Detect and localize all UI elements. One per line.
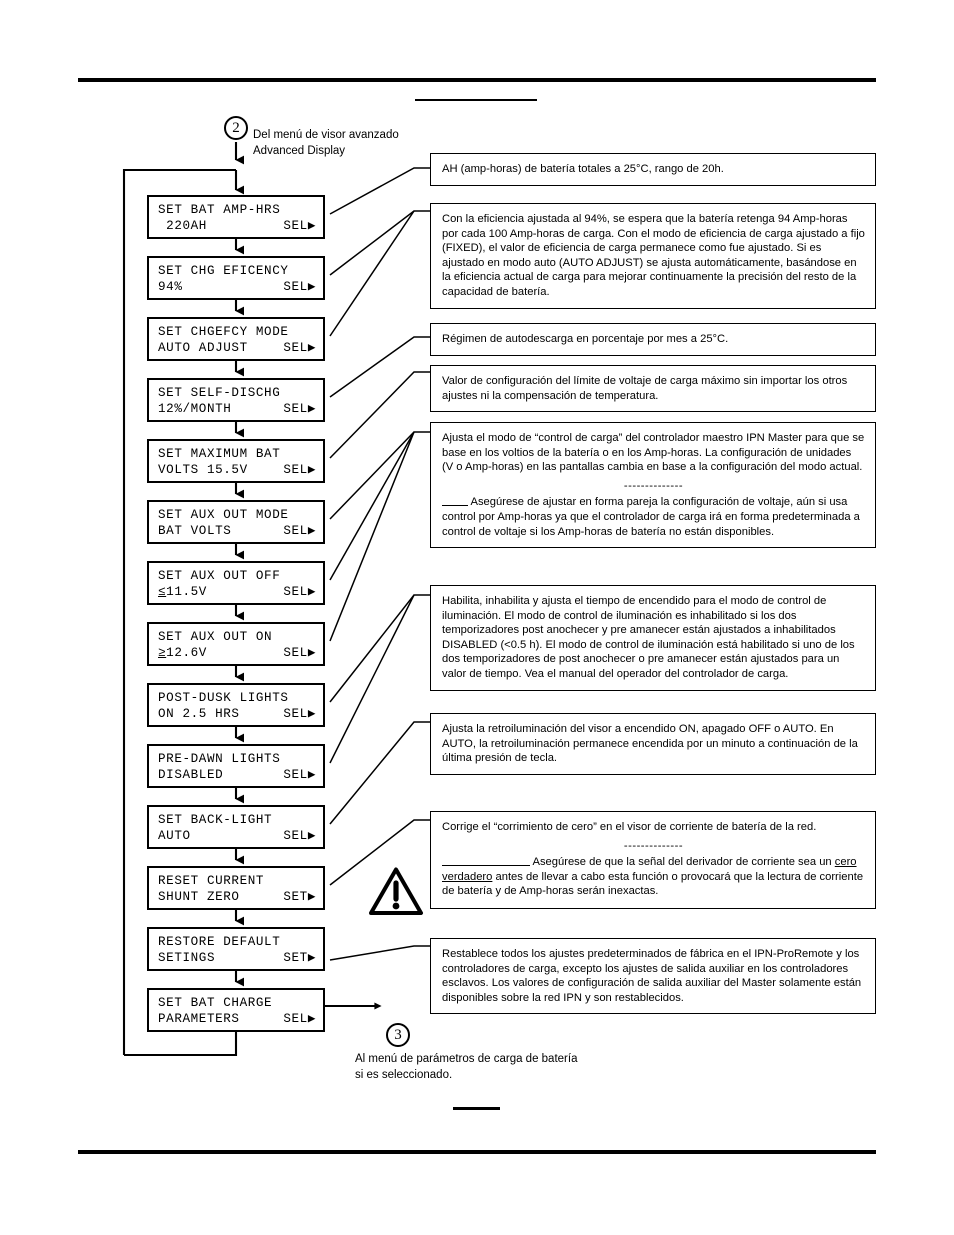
lcd-line-2: DISABLED SEL▶ [158,768,316,782]
lcd-line-2: VOLTS 15.5V SEL▶ [158,463,316,477]
lcd-line-2: ≥12.6V SEL▶ [158,646,316,660]
lcd-line-2: ≤11.5V SEL▶ [158,585,316,599]
lcd-line-2: ON 2.5 HRS SEL▶ [158,707,316,721]
lcd-line-2: SETINGS SET▶ [158,951,316,965]
lcd-line-1: POST-DUSK LIGHTS [158,691,289,705]
footer-rule [78,1150,876,1154]
lcd-line-1: SET AUX OUT OFF [158,569,281,583]
lcd-line-2: AUTO ADJUST SEL▶ [158,341,316,355]
desc-paragraph: Restablece todos los ajustes predetermin… [442,948,862,1004]
lcd-set-aux-out-off[interactable]: SET AUX OUT OFF ≤11.5V SEL▶ [147,561,325,605]
manual-page: 2 Del menú de visor avanzado Advanced Di… [0,0,954,1235]
lcd-pre-dawn-lights[interactable]: PRE-DAWN LIGHTS DISABLED SEL▶ [147,744,325,788]
lcd-set-bat-charge-parameters[interactable]: SET BAT CHARGE PARAMETERS SEL▶ [147,988,325,1032]
desc-aux-out-mode: Ajusta el modo de “control de carga” del… [430,422,876,549]
note-rule-placeholder [442,494,468,507]
header-rule [78,78,876,82]
lcd-set-aux-out-mode[interactable]: SET AUX OUT MODE BAT VOLTS SEL▶ [147,500,325,544]
lcd-line-1: SET BAT CHARGE [158,996,273,1010]
lcd-line-1: RESET CURRENT [158,874,265,888]
lcd-line-2: SHUNT ZERO SET▶ [158,890,316,904]
exit-caption: Al menú de parámetros de carga de baterí… [355,1053,578,1081]
desc-charge-efficiency: Con la eficiencia ajustada al 94%, se es… [430,203,876,309]
desc-paragraph: Habilita, inhabilita y ajusta el tiempo … [442,595,855,680]
lcd-line-1: RESTORE DEFAULT [158,935,281,949]
lcd-action-label: SEL▶ [283,402,316,416]
lcd-line-2: 94% SEL▶ [158,280,316,294]
desc-back-light: Ajusta la retroiluminación del visor a e… [430,713,876,775]
lcd-line-1: SET CHG EFICENCY [158,264,289,278]
less-than-equal-symbol: ≤ [158,585,167,599]
lcd-line-1: SET AUX OUT MODE [158,508,289,522]
lcd-set-bat-amp-hrs[interactable]: SET BAT AMP-HRS 220AH SEL▶ [147,195,325,239]
lcd-action-label: SET▶ [283,890,316,904]
desc-separator: -------------- [623,479,684,492]
flow-marker-2: 2 [224,116,248,140]
lcd-line-2: 220AH SEL▶ [158,219,316,233]
lcd-line-1: SET SELF-DISCHG [158,386,281,400]
lcd-action-label: SEL▶ [283,829,316,843]
lcd-action-label: SET▶ [283,951,316,965]
desc-paragraph: Valor de configuración del límite de vol… [442,375,848,402]
lcd-post-dusk-lights[interactable]: POST-DUSK LIGHTS ON 2.5 HRS SEL▶ [147,683,325,727]
note-rule-placeholder [442,854,530,867]
lcd-action-label: SEL▶ [283,280,316,294]
lcd-action-label: SEL▶ [283,1012,316,1026]
flow-marker-3: 3 [386,1023,410,1047]
desc-self-discharge: Régimen de autodescarga en porcentaje po… [430,323,876,356]
lcd-set-self-dischg[interactable]: SET SELF-DISCHG 12%/MONTH SEL▶ [147,378,325,422]
desc-maximum-bat-volts: Valor de configuración del límite de vol… [430,365,876,413]
desc-restore-defaults: Restablece todos los ajustes predetermin… [430,938,876,1015]
desc-paragraph: Corrige el “corrimiento de cero” en el v… [442,821,817,833]
greater-than-equal-symbol: ≥ [158,646,167,660]
lcd-line-1: SET CHGEFCY MODE [158,325,289,339]
lcd-set-chgefcy-mode[interactable]: SET CHGEFCY MODE AUTO ADJUST SEL▶ [147,317,325,361]
lcd-set-aux-out-on[interactable]: SET AUX OUT ON ≥12.6V SEL▶ [147,622,325,666]
warning-triangle-icon [369,867,423,915]
lcd-set-chg-eficency[interactable]: SET CHG EFICENCY 94% SEL▶ [147,256,325,300]
lcd-reset-current-shunt[interactable]: RESET CURRENT SHUNT ZERO SET▶ [147,866,325,910]
lcd-line-2: AUTO SEL▶ [158,829,316,843]
lcd-action-label: SEL▶ [283,524,316,538]
lcd-line-2: PARAMETERS SEL▶ [158,1012,316,1026]
desc-paragraph: AH (amp-horas) de batería totales a 25°C… [442,163,724,175]
lcd-line-2: 12%/MONTH SEL▶ [158,402,316,416]
desc-note: Asegúrese de que la señal del derivador … [442,854,864,898]
lcd-action-label: SEL▶ [283,463,316,477]
lcd-line-1: PRE-DAWN LIGHTS [158,752,281,766]
footer-redaction-bar [453,1107,500,1110]
desc-note: Asegúrese de ajustar en forma pareja la … [442,494,860,538]
lcd-action-label: SEL▶ [283,707,316,721]
desc-separator: -------------- [623,839,684,852]
lcd-action-label: SEL▶ [283,341,316,355]
header-redaction-bar [415,99,537,101]
lcd-line-1: SET BAT AMP-HRS [158,203,281,217]
desc-lights-control: Habilita, inhabilita y ajusta el tiempo … [430,585,876,691]
lcd-line-1: SET BACK-LIGHT [158,813,273,827]
desc-paragraph: Ajusta la retroiluminación del visor a e… [442,723,858,765]
lcd-action-label: SEL▶ [283,646,316,660]
lcd-line-2: BAT VOLTS SEL▶ [158,524,316,538]
desc-paragraph: Con la eficiencia ajustada al 94%, se es… [442,213,865,298]
lcd-set-back-light[interactable]: SET BACK-LIGHT AUTO SEL▶ [147,805,325,849]
lcd-line-1: SET MAXIMUM BAT [158,447,281,461]
desc-amp-hours: AH (amp-horas) de batería totales a 25°C… [430,153,876,186]
desc-paragraph: Régimen de autodescarga en porcentaje po… [442,333,729,345]
lcd-action-label: SEL▶ [283,768,316,782]
lcd-set-maximum-bat[interactable]: SET MAXIMUM BAT VOLTS 15.5V SEL▶ [147,439,325,483]
lcd-restore-default-settings[interactable]: RESTORE DEFAULT SETINGS SET▶ [147,927,325,971]
lcd-action-label: SEL▶ [283,219,316,233]
lcd-line-1: SET AUX OUT ON [158,630,273,644]
desc-shunt-zero: Corrige el “corrimiento de cero” en el v… [430,811,876,909]
desc-paragraph: Ajusta el modo de “control de carga” del… [442,432,865,474]
entry-caption: Del menú de visor avanzado Advanced Disp… [253,129,399,157]
lcd-action-label: SEL▶ [283,585,316,599]
